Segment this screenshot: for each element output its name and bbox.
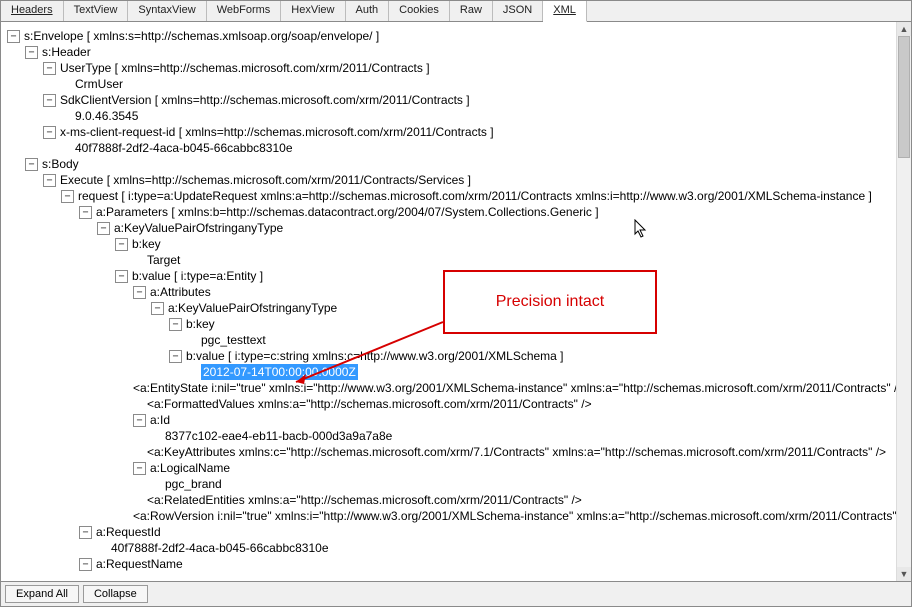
node-aid[interactable]: a:Id (150, 412, 170, 428)
toggle-icon[interactable]: − (169, 350, 182, 363)
node-requestid[interactable]: a:RequestId (96, 524, 161, 540)
annotation-callout: Precision intact (443, 270, 657, 334)
node-rowver[interactable]: <a:RowVersion i:nil="true" xmlns:i="http… (133, 508, 897, 524)
scroll-track[interactable] (897, 36, 911, 567)
toggle-icon[interactable]: − (43, 94, 56, 107)
node-kvp[interactable]: a:KeyValuePairOfstringanyType (114, 220, 283, 236)
window: Headers TextView SyntaxView WebForms Hex… (0, 0, 912, 607)
toggle-icon[interactable]: − (133, 286, 146, 299)
node-execute[interactable]: Execute [ xmlns=http://schemas.microsoft… (60, 172, 471, 188)
toggle-icon[interactable]: − (25, 46, 38, 59)
toggle-icon[interactable]: − (43, 62, 56, 75)
toggle-icon[interactable]: − (133, 414, 146, 427)
tab-bar: Headers TextView SyntaxView WebForms Hex… (1, 1, 911, 22)
node-brand[interactable]: pgc_brand (165, 476, 222, 492)
node-requestname[interactable]: a:RequestName (96, 556, 183, 572)
toggle-icon[interactable]: − (43, 126, 56, 139)
node-crmuser[interactable]: CrmUser (75, 76, 123, 92)
node-logicalname[interactable]: a:LogicalName (150, 460, 230, 476)
node-xmsid[interactable]: 40f7888f-2df2-4aca-b045-66cabbc8310e (75, 140, 293, 156)
tab-textview[interactable]: TextView (64, 1, 129, 21)
scroll-down-icon[interactable]: ▼ (897, 567, 911, 581)
node-target[interactable]: Target (147, 252, 180, 268)
vertical-scrollbar[interactable]: ▲ ▼ (896, 22, 911, 581)
tab-xml[interactable]: XML (543, 1, 587, 22)
collapse-button[interactable]: Collapse (83, 585, 148, 603)
tab-raw[interactable]: Raw (450, 1, 493, 21)
toggle-icon[interactable]: − (115, 238, 128, 251)
scroll-up-icon[interactable]: ▲ (897, 22, 911, 36)
node-sdk[interactable]: SdkClientVersion [ xmlns=http://schemas.… (60, 92, 470, 108)
tab-headers[interactable]: Headers (1, 1, 64, 21)
node-body[interactable]: s:Body (42, 156, 79, 172)
toggle-icon[interactable]: − (25, 158, 38, 171)
node-bvalue[interactable]: b:value [ i:type=a:Entity ] (132, 268, 263, 284)
node-request[interactable]: request [ i:type=a:UpdateRequest xmlns:a… (78, 188, 872, 204)
toggle-icon[interactable]: − (79, 526, 92, 539)
toggle-icon[interactable]: − (169, 318, 182, 331)
node-keyattrs[interactable]: <a:KeyAttributes xmlns:c="http://schemas… (147, 444, 886, 460)
toggle-icon[interactable]: − (7, 30, 20, 43)
node-pgctest[interactable]: pgc_testtext (201, 332, 266, 348)
node-usertype[interactable]: UserType [ xmlns=http://schemas.microsof… (60, 60, 430, 76)
toggle-icon[interactable]: − (151, 302, 164, 315)
tab-auth[interactable]: Auth (346, 1, 390, 21)
node-highlighted-value[interactable]: 2012-07-14T00:00:00.0000Z (201, 364, 358, 380)
toggle-icon[interactable]: − (43, 174, 56, 187)
node-requestid-value[interactable]: 40f7888f-2df2-4aca-b045-66cabbc8310e (111, 540, 329, 556)
tab-syntaxview[interactable]: SyntaxView (128, 1, 206, 21)
toggle-icon[interactable]: − (133, 462, 146, 475)
node-attrs[interactable]: a:Attributes (150, 284, 211, 300)
node-params[interactable]: a:Parameters [ xmlns:b=http://schemas.da… (96, 204, 599, 220)
node-kvp2[interactable]: a:KeyValuePairOfstringanyType (168, 300, 337, 316)
tab-json[interactable]: JSON (493, 1, 543, 21)
tab-webforms[interactable]: WebForms (207, 1, 282, 21)
toggle-icon[interactable]: − (115, 270, 128, 283)
toggle-icon[interactable]: − (79, 558, 92, 571)
scroll-thumb[interactable] (898, 36, 910, 158)
node-entitystate[interactable]: <a:EntityState i:nil="true" xmlns:i="htt… (133, 380, 897, 396)
node-envelope[interactable]: s:Envelope [ xmlns:s=http://schemas.xmls… (24, 28, 379, 44)
expand-all-button[interactable]: Expand All (5, 585, 79, 603)
node-aid-value[interactable]: 8377c102-eae4-eb11-bacb-000d3a9a7a8e (165, 428, 392, 444)
node-bvalue2[interactable]: b:value [ i:type=c:string xmlns:c=http:/… (186, 348, 564, 364)
footer-toolbar: Expand All Collapse (1, 581, 911, 606)
toggle-icon[interactable]: − (97, 222, 110, 235)
node-header[interactable]: s:Header (42, 44, 91, 60)
node-bkey[interactable]: b:key (132, 236, 161, 252)
node-related[interactable]: <a:RelatedEntities xmlns:a="http://schem… (147, 492, 582, 508)
node-xms[interactable]: x-ms-client-request-id [ xmlns=http://sc… (60, 124, 494, 140)
node-bkey2[interactable]: b:key (186, 316, 215, 332)
tab-hexview[interactable]: HexView (281, 1, 345, 21)
annotation-text: Precision intact (496, 293, 605, 311)
toggle-icon[interactable]: − (79, 206, 92, 219)
node-sdkver[interactable]: 9.0.46.3545 (75, 108, 138, 124)
toggle-icon[interactable]: − (61, 190, 74, 203)
content-area: −s:Envelope [ xmlns:s=http://schemas.xml… (1, 22, 911, 581)
node-formattedvalues[interactable]: <a:FormattedValues xmlns:a="http://schem… (147, 396, 592, 412)
tab-cookies[interactable]: Cookies (389, 1, 450, 21)
